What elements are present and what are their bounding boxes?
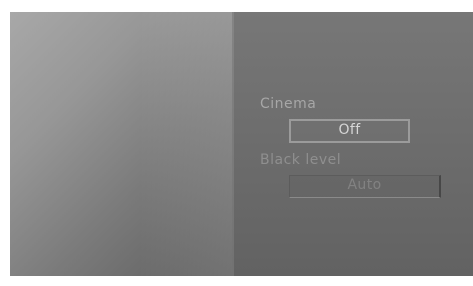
settings-menu-panel: Cinema Off Black level Auto bbox=[232, 12, 473, 276]
black-level-value-selector[interactable]: Auto bbox=[289, 175, 441, 198]
screenshot-stage: Cinema Off Black level Auto bbox=[0, 0, 473, 286]
black-level-label: Black level bbox=[260, 152, 342, 168]
cinema-value-selector[interactable]: Off bbox=[289, 119, 410, 143]
tv-screen: Cinema Off Black level Auto bbox=[10, 12, 473, 276]
cinema-label: Cinema bbox=[260, 96, 317, 112]
video-preview-pane bbox=[10, 12, 232, 276]
